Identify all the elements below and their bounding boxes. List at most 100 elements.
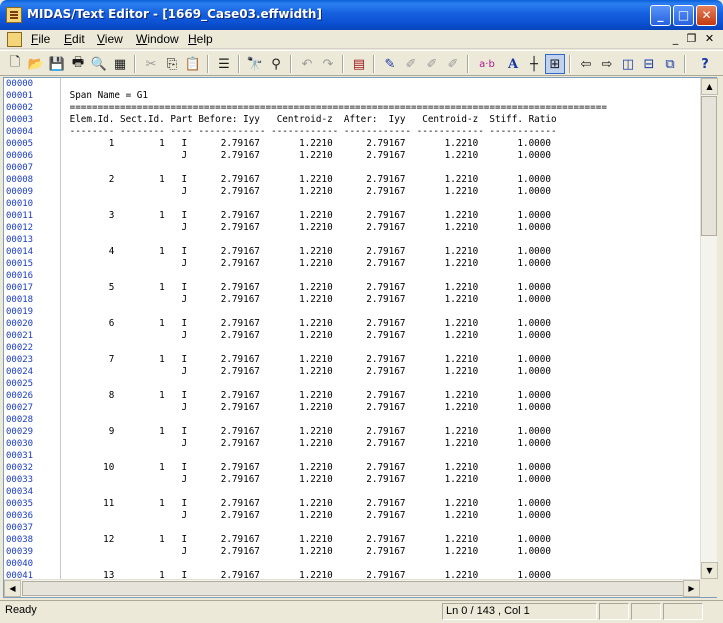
fit-window-icon[interactable]: ⊞: [545, 54, 565, 74]
text-line[interactable]: [64, 234, 700, 246]
mdi-restore-button[interactable]: ❐: [684, 32, 699, 46]
help-icon[interactable]: ?: [695, 54, 715, 74]
menu-help[interactable]: Help: [188, 32, 213, 46]
next-window-icon[interactable]: ⇨: [597, 54, 617, 74]
text-line[interactable]: [64, 378, 700, 390]
cascade-icon[interactable]: ⧉: [660, 54, 680, 74]
scroll-down-arrow-icon[interactable]: ▼: [701, 562, 718, 579]
scroll-right-arrow-icon[interactable]: ▶: [683, 580, 700, 597]
text-line[interactable]: 3 1 I 2.79167 1.2210 2.79167 1.2210 1.00…: [64, 210, 700, 222]
minimize-button[interactable]: _: [650, 5, 671, 26]
text-line[interactable]: [64, 342, 700, 354]
copy-icon[interactable]: ⎘: [162, 54, 182, 74]
text-line[interactable]: J 2.79167 1.2210 2.79167 1.2210 1.0000: [64, 438, 700, 450]
text-line[interactable]: [64, 306, 700, 318]
text-line[interactable]: -------- -------- ---- ------------ ----…: [64, 126, 700, 138]
text-line[interactable]: 9 1 I 2.79167 1.2210 2.79167 1.2210 1.00…: [64, 426, 700, 438]
menu-edit[interactable]: Edit: [64, 32, 85, 46]
text-line[interactable]: Elem.Id. Sect.Id. Part Before: Iyy Centr…: [64, 114, 700, 126]
tool-a-icon[interactable]: ✐: [401, 54, 421, 74]
vertical-scrollbar[interactable]: ▲ ▼: [700, 78, 718, 579]
text-editor[interactable]: 00000 00001 00002 00003 00004 00005 00006 00007…: [3, 77, 718, 598]
menu-file[interactable]: File: [31, 32, 50, 46]
text-line[interactable]: 11 1 I 2.79167 1.2210 2.79167 1.2210 1.0…: [64, 498, 700, 510]
find-icon[interactable]: 🔭: [245, 54, 265, 74]
print-icon[interactable]: 🖶: [68, 54, 88, 74]
text-line[interactable]: [64, 414, 700, 426]
crosshair-icon[interactable]: ┼: [524, 54, 544, 74]
text-content-area[interactable]: Span Name = G1 =========================…: [62, 78, 700, 579]
text-line[interactable]: 6 1 I 2.79167 1.2210 2.79167 1.2210 1.00…: [64, 318, 700, 330]
horizontal-scroll-thumb[interactable]: [22, 581, 686, 596]
tool-c-icon[interactable]: ✐: [443, 54, 463, 74]
text-line[interactable]: [64, 522, 700, 534]
text-line[interactable]: Span Name = G1: [64, 90, 700, 102]
text-line[interactable]: 8 1 I 2.79167 1.2210 2.79167 1.2210 1.00…: [64, 390, 700, 402]
text-line[interactable]: J 2.79167 1.2210 2.79167 1.2210 1.0000: [64, 150, 700, 162]
close-button[interactable]: ✕: [696, 5, 717, 26]
text-line[interactable]: 5 1 I 2.79167 1.2210 2.79167 1.2210 1.00…: [64, 282, 700, 294]
text-line[interactable]: [64, 78, 700, 90]
tile-horizontal-icon[interactable]: ⊟: [639, 54, 659, 74]
mdi-close-button[interactable]: ✕: [702, 32, 717, 46]
scroll-left-arrow-icon[interactable]: ◀: [4, 580, 21, 597]
vertical-scroll-thumb[interactable]: [701, 96, 717, 236]
text-line[interactable]: ========================================…: [64, 102, 700, 114]
text-line[interactable]: J 2.79167 1.2210 2.79167 1.2210 1.0000: [64, 294, 700, 306]
menu-view[interactable]: View: [97, 32, 123, 46]
undo-icon[interactable]: ↶: [297, 54, 317, 74]
page-setup-icon[interactable]: ▦: [110, 54, 130, 74]
scroll-up-arrow-icon[interactable]: ▲: [701, 78, 718, 95]
text-line[interactable]: J 2.79167 1.2210 2.79167 1.2210 1.0000: [64, 186, 700, 198]
menu-window[interactable]: Window: [136, 32, 179, 46]
line-number: 00012: [6, 223, 34, 233]
ab-icon[interactable]: a·b: [474, 54, 500, 74]
text-line[interactable]: J 2.79167 1.2210 2.79167 1.2210 1.0000: [64, 474, 700, 486]
text-line[interactable]: J 2.79167 1.2210 2.79167 1.2210 1.0000: [64, 258, 700, 270]
paste-icon[interactable]: 📋: [183, 54, 203, 74]
text-line[interactable]: [64, 198, 700, 210]
toolbar-separator: [467, 55, 469, 73]
print-preview-icon[interactable]: 🔍: [89, 54, 109, 74]
new-file-icon[interactable]: 🗋: [5, 54, 25, 74]
text-line[interactable]: 4 1 I 2.79167 1.2210 2.79167 1.2210 1.00…: [64, 246, 700, 258]
text-line[interactable]: J 2.79167 1.2210 2.79167 1.2210 1.0000: [64, 330, 700, 342]
open-folder-icon[interactable]: 📂: [26, 54, 46, 74]
text-line[interactable]: J 2.79167 1.2210 2.79167 1.2210 1.0000: [64, 546, 700, 558]
report-icon[interactable]: ▤: [349, 54, 369, 74]
find-replace-icon[interactable]: ⚲: [266, 54, 286, 74]
marker-icon[interactable]: ✎: [380, 54, 400, 74]
maximize-button[interactable]: □: [673, 5, 694, 26]
text-line[interactable]: [64, 558, 700, 570]
column-mode-icon[interactable]: ☰: [214, 54, 234, 74]
save-icon[interactable]: 💾: [47, 54, 67, 74]
text-line[interactable]: J 2.79167 1.2210 2.79167 1.2210 1.0000: [64, 366, 700, 378]
text-line[interactable]: 12 1 I 2.79167 1.2210 2.79167 1.2210 1.0…: [64, 534, 700, 546]
line-number: 00014: [6, 247, 34, 257]
text-line[interactable]: 10 1 I 2.79167 1.2210 2.79167 1.2210 1.0…: [64, 462, 700, 474]
text-line[interactable]: [64, 450, 700, 462]
mdi-minimize-button[interactable]: _: [668, 32, 683, 46]
text-line[interactable]: 2 1 I 2.79167 1.2210 2.79167 1.2210 1.00…: [64, 174, 700, 186]
title-bar[interactable]: MIDAS/Text Editor - [1669_Case03.effwidt…: [0, 0, 723, 30]
document-text[interactable]: Span Name = G1 =========================…: [62, 78, 700, 579]
text-line[interactable]: J 2.79167 1.2210 2.79167 1.2210 1.0000: [64, 222, 700, 234]
line-number: 00021: [6, 331, 34, 341]
tile-vertical-icon[interactable]: ◫: [618, 54, 638, 74]
text-line[interactable]: [64, 486, 700, 498]
app-icon[interactable]: [6, 7, 22, 23]
text-line[interactable]: 1 1 I 2.79167 1.2210 2.79167 1.2210 1.00…: [64, 138, 700, 150]
horizontal-scrollbar[interactable]: ◀ ▶: [4, 579, 700, 597]
text-line[interactable]: 7 1 I 2.79167 1.2210 2.79167 1.2210 1.00…: [64, 354, 700, 366]
font-icon[interactable]: A: [503, 54, 523, 74]
text-line[interactable]: J 2.79167 1.2210 2.79167 1.2210 1.0000: [64, 402, 700, 414]
text-line[interactable]: [64, 270, 700, 282]
text-line[interactable]: J 2.79167 1.2210 2.79167 1.2210 1.0000: [64, 510, 700, 522]
text-line[interactable]: 13 1 I 2.79167 1.2210 2.79167 1.2210 1.0…: [64, 570, 700, 579]
prev-window-icon[interactable]: ⇦: [576, 54, 596, 74]
cut-icon[interactable]: ✂: [141, 54, 161, 74]
text-line[interactable]: [64, 162, 700, 174]
tool-b-icon[interactable]: ✐: [422, 54, 442, 74]
redo-icon[interactable]: ↷: [318, 54, 338, 74]
document-icon[interactable]: [7, 32, 22, 47]
